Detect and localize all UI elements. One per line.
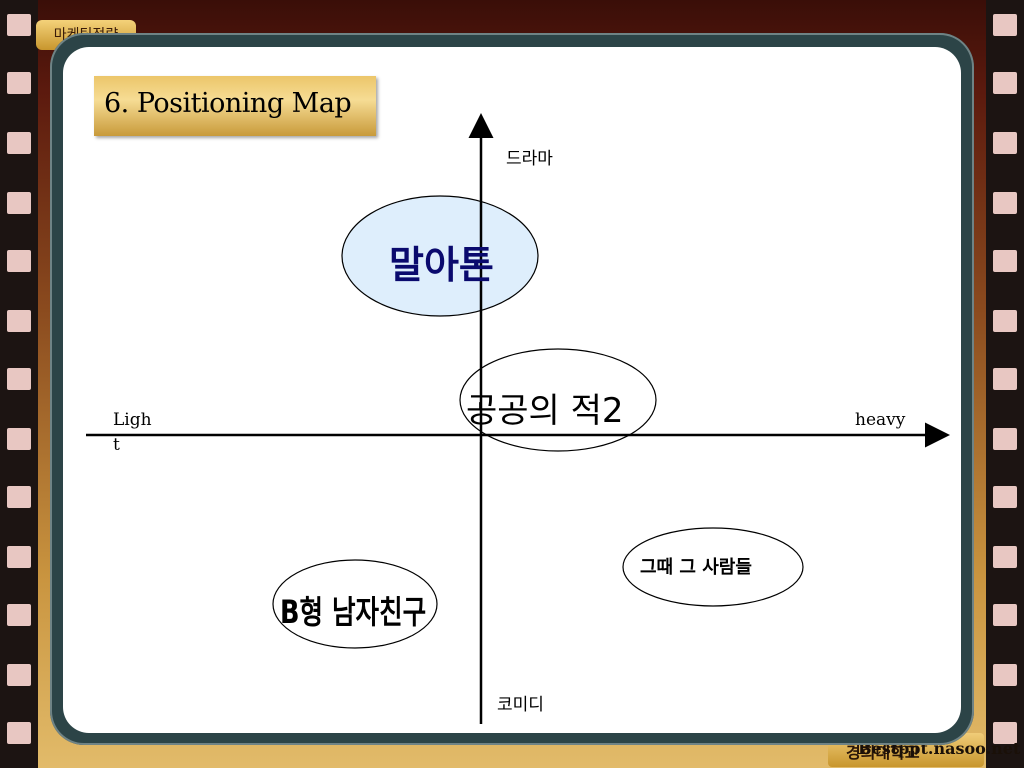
then-people-label: 그때 그 사람들 xyxy=(640,557,752,578)
axis-right-label: heavy xyxy=(855,410,906,430)
axis-left-label-line2: t xyxy=(113,435,120,455)
b-boyfriend-label: B형 남자친구 xyxy=(280,593,427,631)
axis-bottom-label: 코미디 xyxy=(497,695,544,715)
public-enemy-label: 공공의 적2 xyxy=(466,391,624,431)
axis-top-label: 드라마 xyxy=(506,149,553,169)
axis-left-label-line1: Ligh xyxy=(113,410,152,430)
malaton-label: 말아톤 xyxy=(389,243,494,287)
